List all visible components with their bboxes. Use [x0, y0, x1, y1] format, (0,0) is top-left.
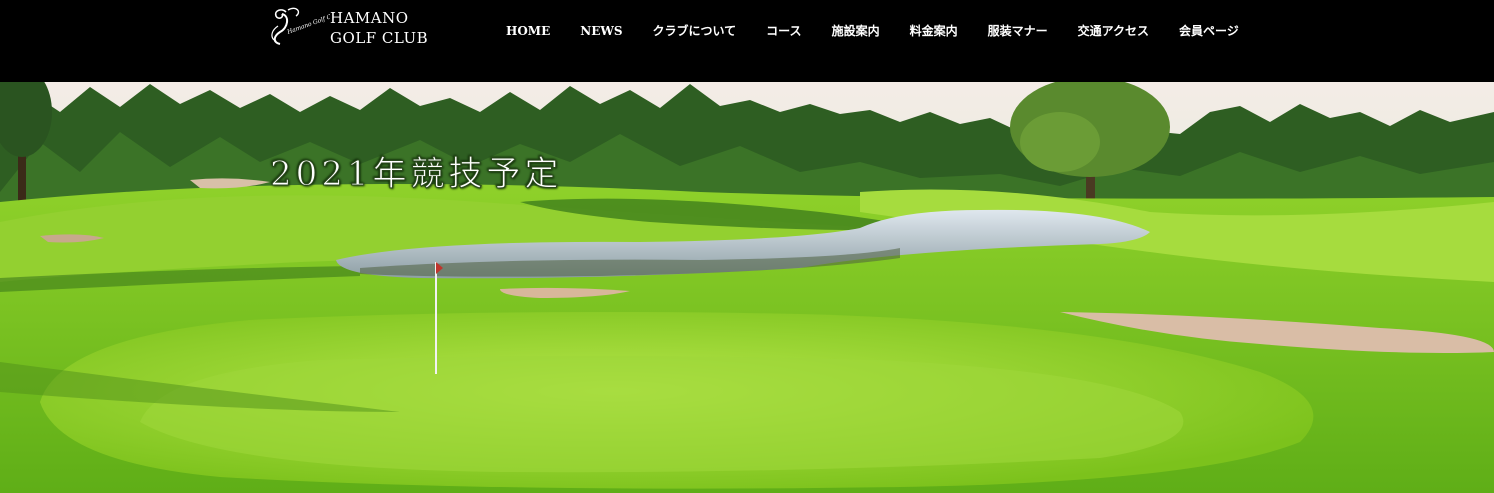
hero-banner: 2021年競技予定: [0, 82, 1494, 493]
nav-access[interactable]: 交通アクセス: [1078, 22, 1149, 40]
club-name-line2: GOLF CLUB: [330, 29, 429, 47]
nav-fees[interactable]: 料金案内: [910, 22, 958, 40]
club-name-line1: HAMANO: [330, 9, 409, 27]
nav-home[interactable]: HOME: [506, 22, 550, 40]
club-logo[interactable]: Hamano Golf Club HAMANO GOLF CLUB: [268, 6, 448, 50]
club-name: HAMANO GOLF CLUB: [330, 8, 428, 48]
flamingo-logo-icon: Hamano Golf Club: [271, 7, 330, 45]
nav-facilities[interactable]: 施設案内: [832, 22, 880, 40]
golf-course-image: [0, 82, 1494, 493]
hero-title: 2021年競技予定: [270, 154, 563, 195]
nav-about-club[interactable]: クラブについて: [653, 22, 737, 40]
logo-script: Hamano Golf Club: [285, 10, 330, 36]
main-nav: HOME NEWS クラブについて コース 施設案内 料金案内 服装マナー 交通…: [506, 22, 1269, 40]
nav-dress-code[interactable]: 服装マナー: [988, 22, 1048, 40]
nav-news[interactable]: NEWS: [580, 22, 622, 40]
nav-course[interactable]: コース: [766, 22, 801, 40]
site-header: Hamano Golf Club HAMANO GOLF CLUB HOME N…: [0, 0, 1494, 82]
nav-members[interactable]: 会員ページ: [1179, 22, 1239, 40]
